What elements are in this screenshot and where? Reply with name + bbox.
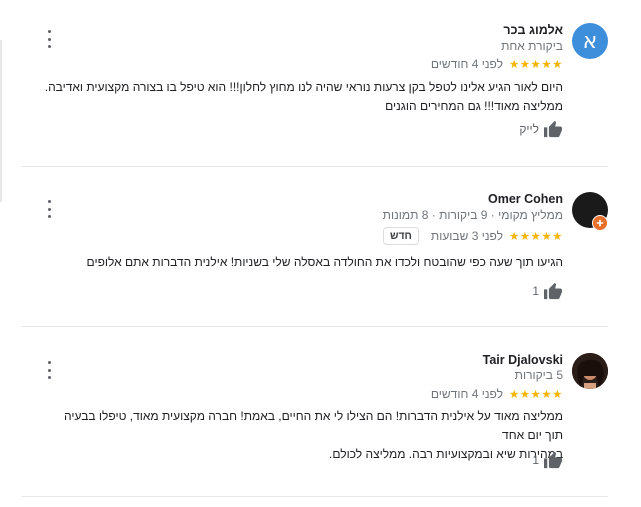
rating-row: ★★★★★ לפני 4 חודשים xyxy=(431,387,563,401)
like-count: 1 xyxy=(532,284,539,298)
review-text-line: הגיעו תוך שעה כפי שהובטח ולכדו את החולדה… xyxy=(86,255,563,269)
more-vert-icon[interactable] xyxy=(45,200,53,218)
reviewer-name[interactable]: Tair Djalovski xyxy=(483,353,563,367)
avatar-letter: א xyxy=(582,28,598,54)
avatar[interactable]: א xyxy=(572,23,608,59)
new-badge: חדש xyxy=(382,227,419,245)
like-label: לייק xyxy=(519,122,539,136)
review-card: Tair Djalovski 5 ביקורות ★★★★★ לפני 4 חו… xyxy=(22,351,608,481)
review-text: היום לאור הגיע אלינו לטפל בקן צרעות נורא… xyxy=(43,78,563,116)
reviewer-meta: ביקורת אחת xyxy=(501,39,563,53)
panel-edge-divider xyxy=(0,40,2,202)
local-guide-icon xyxy=(592,215,608,231)
like-button[interactable]: 1 xyxy=(532,282,563,300)
like-count: 1 xyxy=(532,453,539,467)
review-text-line: ממליצה מאוד על אילנית הדברות! הם הצילו ל… xyxy=(63,409,563,442)
thumbs-up-icon xyxy=(544,451,562,469)
reviewer-meta: 5 ביקורות xyxy=(514,368,563,382)
thumbs-up-icon xyxy=(544,120,562,138)
star-rating: ★★★★★ xyxy=(508,229,563,243)
profile-photo xyxy=(572,353,608,389)
like-button[interactable]: 1 xyxy=(532,451,563,469)
review-divider xyxy=(22,326,608,327)
review-time: לפני 3 שבועות xyxy=(430,229,503,243)
review-time: לפני 4 חודשים xyxy=(430,387,503,401)
review-text-line: במהירות שיא ובמקצועיות רבה. ממליצה לכולם… xyxy=(329,447,563,461)
reviewer-name[interactable]: אלמוג בכר xyxy=(503,23,563,37)
review-text: הגיעו תוך שעה כפי שהובטח ולכדו את החולדה… xyxy=(43,253,563,272)
more-vert-icon[interactable] xyxy=(45,361,53,379)
reviewer-meta: ממליץ מקומי · 9 ביקורות · 8 תמונות xyxy=(382,208,563,222)
rating-row: ★★★★★ לפני 3 שבועות חדש xyxy=(382,227,563,245)
star-rating: ★★★★★ xyxy=(508,387,563,401)
review-time: לפני 4 חודשים xyxy=(430,57,503,71)
avatar[interactable] xyxy=(572,353,608,389)
star-rating: ★★★★★ xyxy=(508,57,563,71)
review-card: Omer Cohen ממליץ מקומי · 9 ביקורות · 8 ת… xyxy=(22,190,608,310)
like-button[interactable]: לייק xyxy=(519,120,563,138)
thumbs-up-icon xyxy=(544,282,562,300)
more-vert-icon[interactable] xyxy=(45,30,53,48)
review-text-line: ממליצה מאוד!!! גם המחירים הוגנים xyxy=(385,99,563,113)
reviewer-name[interactable]: Omer Cohen xyxy=(488,192,563,206)
review-text: ממליצה מאוד על אילנית הדברות! הם הצילו ל… xyxy=(43,407,563,464)
review-divider xyxy=(22,166,608,167)
review-divider xyxy=(22,496,608,497)
review-card: א אלמוג בכר ביקורת אחת ★★★★★ לפני 4 חודש… xyxy=(22,20,608,150)
review-text-line: היום לאור הגיע אלינו לטפל בקן צרעות נורא… xyxy=(44,80,563,94)
rating-row: ★★★★★ לפני 4 חודשים xyxy=(431,57,563,71)
